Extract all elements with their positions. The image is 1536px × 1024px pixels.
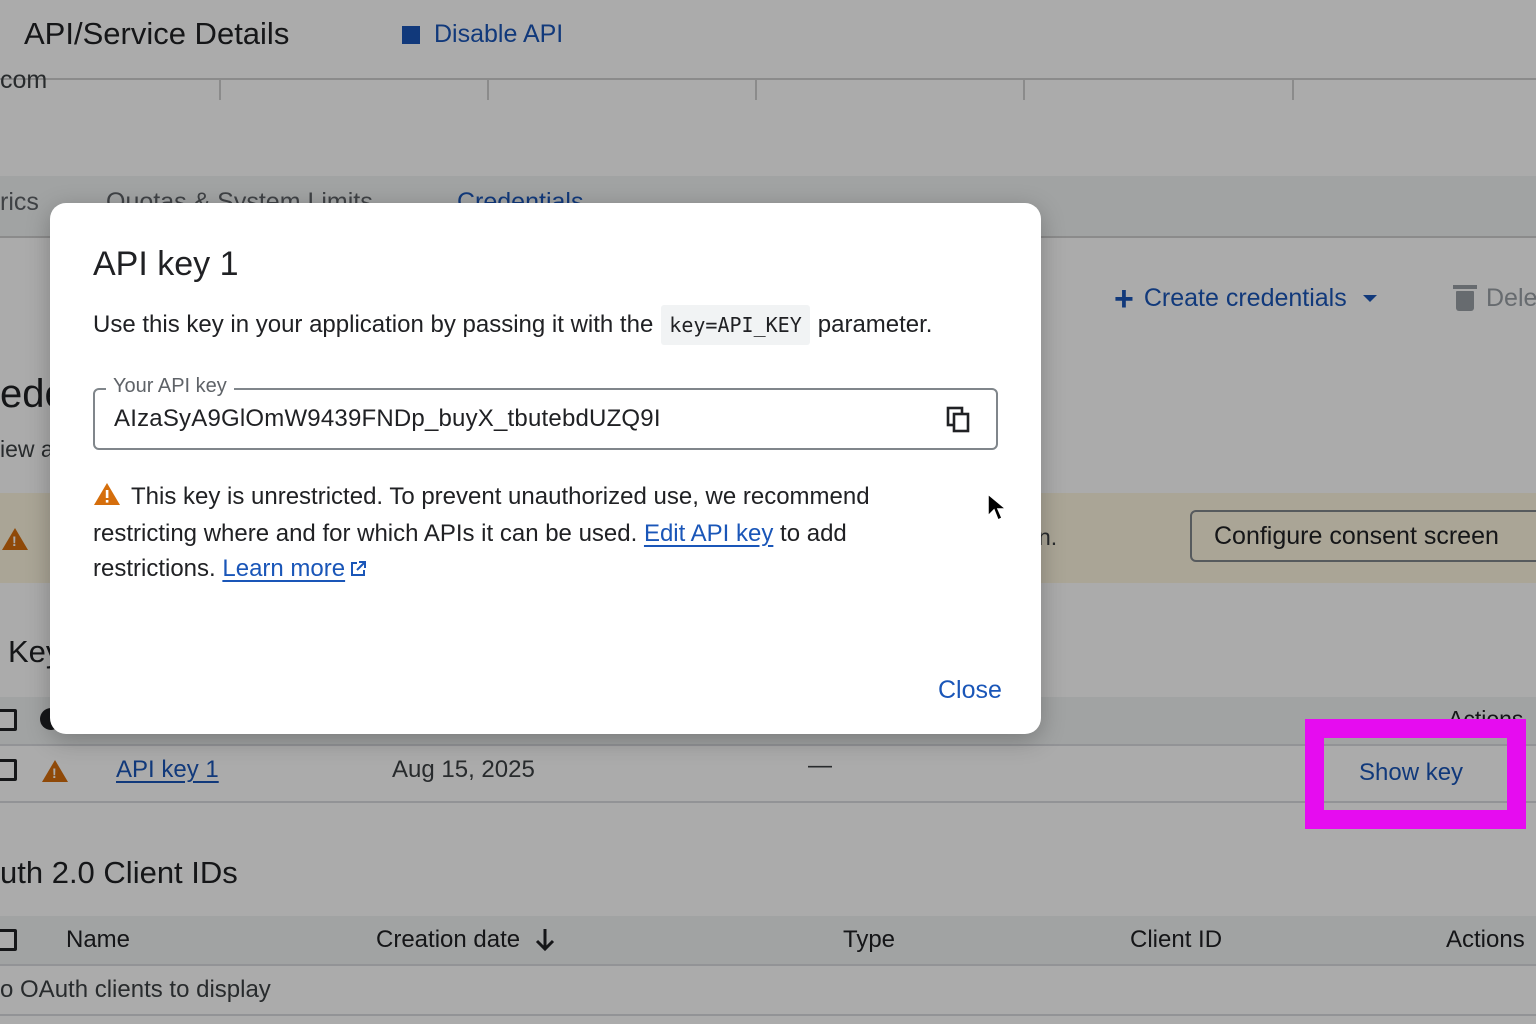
dialog-desc-before: Use this key in your application by pass… xyxy=(93,311,654,338)
external-link-icon[interactable] xyxy=(349,560,367,578)
warning-icon xyxy=(93,481,121,516)
api-key-field-label: Your API key xyxy=(106,375,234,398)
api-key-dialog: API key 1 Use this key in your applicati… xyxy=(50,203,1041,734)
close-button[interactable]: Close xyxy=(938,676,1002,705)
learn-more-link[interactable]: Learn more xyxy=(222,555,345,582)
dialog-title: API key 1 xyxy=(93,245,239,283)
show-key-highlight-box xyxy=(1305,719,1526,829)
dialog-description: Use this key in your application by pass… xyxy=(93,305,932,345)
api-key-value[interactable]: AIzaSyA9GlOmW9439FNDp_buyX_tbutebdUZQ9I xyxy=(114,405,661,433)
copy-icon[interactable] xyxy=(946,406,972,434)
mouse-pointer-icon xyxy=(987,492,1008,522)
unrestricted-warning: This key is unrestricted. To prevent una… xyxy=(93,479,973,586)
edit-api-key-link[interactable]: Edit API key xyxy=(644,520,773,547)
dialog-desc-code: key=API_KEY xyxy=(661,305,810,345)
dialog-desc-after: parameter. xyxy=(817,311,933,338)
